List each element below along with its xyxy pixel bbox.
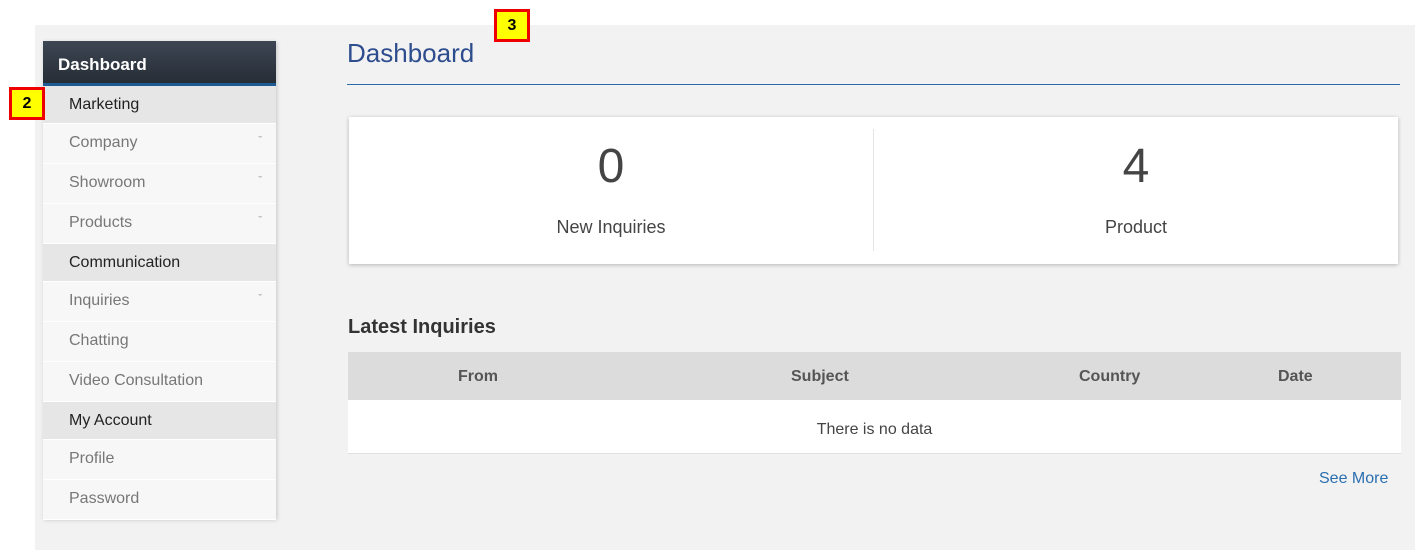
sidebar-item-label: Password — [69, 490, 140, 507]
stat-label: Product — [1104, 217, 1168, 237]
chevron-down-icon: ˇ — [258, 293, 262, 305]
annotation-badge-2: 2 — [9, 87, 45, 120]
sidebar-item-company[interactable]: Company ˇ — [43, 124, 276, 164]
sidebar-item-label: Video Consultation — [69, 372, 204, 389]
column-header-country: Country — [1079, 368, 1141, 385]
sidebar-item-chatting[interactable]: Chatting — [43, 322, 276, 362]
sidebar-section-marketing: Marketing — [43, 86, 276, 124]
page-title: Dashboard — [347, 38, 475, 68]
column-header-subject: Subject — [791, 368, 849, 385]
sidebar-item-password[interactable]: Password — [43, 480, 276, 520]
chevron-down-icon: ˇ — [258, 215, 262, 227]
sidebar-section-my-account: My Account — [43, 402, 276, 440]
column-header-from: From — [458, 368, 498, 385]
latest-inquiries-title: Latest Inquiries — [348, 316, 496, 338]
stat-value: 0 — [597, 140, 625, 193]
sidebar-item-label: Products — [69, 214, 133, 231]
sidebar-item-products[interactable]: Products ˇ — [43, 204, 276, 244]
sidebar-item-profile[interactable]: Profile — [43, 440, 276, 480]
title-divider — [347, 84, 1400, 85]
sidebar-item-label: Profile — [69, 450, 115, 467]
inquiries-table: From Subject Country Date There is no da… — [348, 352, 1401, 454]
annotation-badge-3: 3 — [494, 9, 530, 42]
sidebar-header[interactable]: Dashboard — [43, 41, 276, 86]
stat-product[interactable]: 4 Product — [874, 117, 1398, 264]
sidebar-item-label: Company — [69, 134, 138, 151]
stat-new-inquiries[interactable]: 0 New Inquiries — [349, 117, 873, 264]
sidebar-item-showroom[interactable]: Showroom ˇ — [43, 164, 276, 204]
stats-card: 0 New Inquiries 4 Product — [349, 117, 1398, 264]
table-header: From Subject Country Date — [348, 352, 1401, 400]
sidebar: Dashboard Marketing Company ˇ Showroom ˇ… — [43, 41, 276, 520]
see-more-link[interactable]: See More — [1319, 470, 1388, 488]
column-header-date: Date — [1278, 368, 1313, 385]
stat-value: 4 — [1122, 140, 1150, 193]
sidebar-item-label: Inquiries — [69, 292, 130, 309]
sidebar-item-label: Showroom — [69, 174, 146, 191]
chevron-down-icon: ˇ — [258, 135, 262, 147]
table-empty-row: There is no data — [348, 400, 1401, 454]
stat-label: New Inquiries — [556, 217, 666, 237]
chevron-down-icon: ˇ — [258, 175, 262, 187]
sidebar-item-inquiries[interactable]: Inquiries ˇ — [43, 282, 276, 322]
sidebar-item-video-consultation[interactable]: Video Consultation — [43, 362, 276, 402]
sidebar-section-communication: Communication — [43, 244, 276, 282]
sidebar-item-label: Chatting — [69, 332, 129, 349]
